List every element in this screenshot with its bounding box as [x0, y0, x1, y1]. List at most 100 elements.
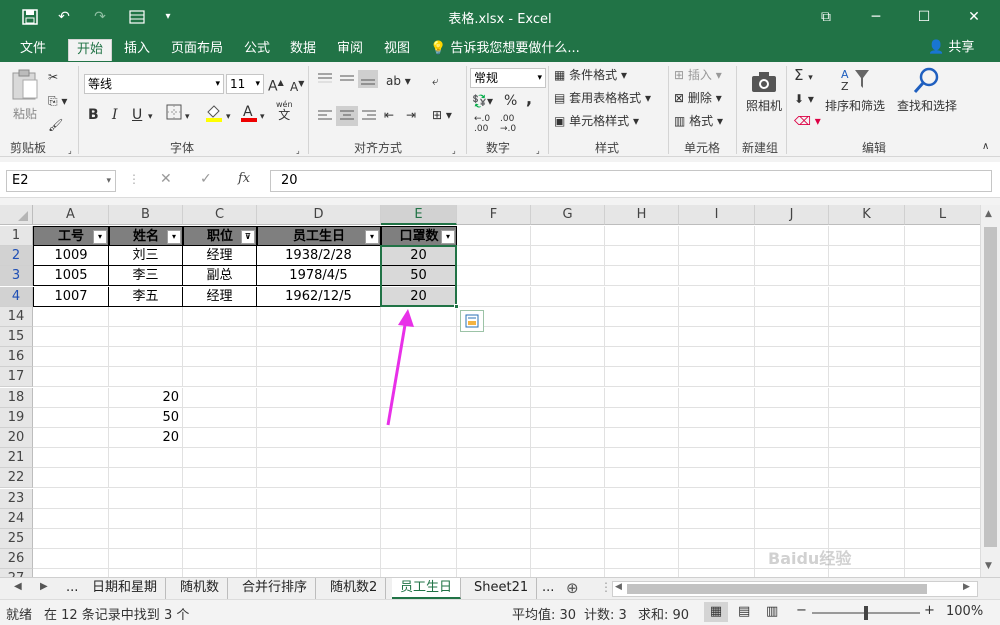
column-header[interactable]: J — [755, 205, 829, 225]
cell[interactable] — [829, 468, 905, 489]
cell[interactable] — [905, 388, 980, 408]
cell[interactable] — [531, 226, 605, 246]
cell[interactable] — [605, 246, 679, 267]
cell[interactable] — [829, 448, 905, 469]
row-header[interactable]: 15 — [0, 327, 33, 347]
fill-color-icon[interactable] — [204, 102, 224, 127]
cell-styles-button[interactable]: ▣ 单元格样式 ▾ — [554, 112, 639, 130]
cell[interactable] — [605, 266, 679, 287]
more-sheets-button[interactable]: ... — [538, 578, 558, 599]
cell[interactable] — [183, 488, 257, 509]
cell[interactable] — [381, 529, 457, 549]
table-cell[interactable]: 经理 — [183, 286, 257, 307]
cell[interactable] — [905, 367, 980, 388]
cell[interactable] — [183, 448, 257, 469]
scroll-left-icon[interactable]: ◀ — [14, 581, 22, 592]
enter-button[interactable]: ✓ — [200, 171, 212, 187]
increase-indent-icon[interactable]: ⇥ — [406, 106, 416, 124]
name-box[interactable]: E2 ▾ — [6, 170, 116, 192]
close-button[interactable]: ✕ — [952, 4, 996, 30]
table-cell[interactable]: 李三 — [109, 266, 183, 287]
cell[interactable] — [457, 387, 531, 408]
cell[interactable] — [679, 327, 755, 347]
cell[interactable] — [755, 246, 829, 267]
merge-center-icon[interactable]: ⊞ ▾ — [432, 106, 452, 124]
cell[interactable] — [905, 428, 980, 448]
cell[interactable] — [33, 549, 109, 570]
cell[interactable] — [605, 468, 679, 489]
cell[interactable] — [531, 549, 605, 570]
cell[interactable] — [109, 508, 183, 529]
cell[interactable] — [755, 226, 829, 246]
cell[interactable] — [755, 428, 829, 448]
underline-button[interactable]: U — [132, 106, 142, 124]
filter-dropdown-icon[interactable]: ▾ — [365, 230, 379, 244]
decrease-font-icon[interactable]: A▼ — [290, 75, 304, 96]
fill-handle[interactable] — [454, 303, 459, 309]
cell[interactable] — [829, 387, 905, 408]
cell[interactable] — [109, 327, 183, 347]
tab-formulas[interactable]: 公式 — [236, 39, 278, 61]
row-header[interactable]: 4 — [0, 286, 33, 307]
row-header[interactable]: 2 — [0, 246, 33, 267]
cell[interactable] — [183, 468, 257, 489]
cell[interactable] — [183, 387, 257, 408]
cell[interactable] — [605, 327, 679, 347]
chevron-down-icon[interactable]: ▾ — [260, 108, 265, 126]
cell[interactable] — [829, 286, 905, 307]
cell[interactable] — [183, 529, 257, 549]
decrease-indent-icon[interactable]: ⇤ — [384, 106, 394, 124]
cell[interactable] — [679, 246, 755, 267]
cell[interactable] — [755, 387, 829, 408]
cell[interactable] — [183, 508, 257, 529]
cell[interactable] — [33, 306, 109, 327]
cell[interactable] — [457, 367, 531, 388]
cell[interactable] — [257, 327, 381, 347]
cell[interactable] — [755, 347, 829, 368]
cell[interactable] — [381, 448, 457, 469]
cell[interactable] — [257, 387, 381, 408]
cell[interactable] — [605, 407, 679, 428]
table-cell[interactable]: 1005 — [33, 266, 109, 287]
cell[interactable] — [381, 428, 457, 448]
tab-file[interactable]: 文件 — [12, 39, 54, 61]
zoom-slider-thumb[interactable] — [864, 606, 868, 620]
cell[interactable] — [679, 266, 755, 287]
cell[interactable] — [905, 266, 980, 287]
dialog-launcher-icon[interactable]: ⌟ — [296, 142, 300, 160]
sheet-tab[interactable]: Sheet21 — [466, 578, 538, 599]
sheet-tab[interactable]: 随机数2 — [322, 578, 387, 599]
maximize-button[interactable]: ☐ — [902, 4, 946, 30]
chevron-down-icon[interactable]: ▾ — [185, 108, 190, 126]
cell[interactable] — [755, 306, 829, 327]
zoom-slider[interactable] — [812, 606, 920, 620]
insert-cells-button[interactable]: ⊞ 插入 ▾ — [674, 66, 722, 84]
cell[interactable] — [679, 508, 755, 529]
cell[interactable] — [257, 468, 381, 489]
column-header[interactable]: L — [905, 205, 980, 225]
cell[interactable] — [755, 327, 829, 347]
cell[interactable] — [755, 508, 829, 529]
cell[interactable] — [531, 448, 605, 469]
tab-data[interactable]: 数据 — [282, 39, 324, 61]
autosum-button[interactable]: Σ ▾ — [794, 66, 813, 87]
cell[interactable] — [605, 488, 679, 509]
column-header[interactable]: C — [183, 205, 257, 225]
cell[interactable] — [905, 509, 980, 529]
cell[interactable] — [531, 387, 605, 408]
cell[interactable] — [457, 468, 531, 489]
table-cell[interactable]: 1007 — [33, 286, 109, 307]
column-header[interactable]: I — [679, 205, 755, 225]
cell[interactable] — [605, 549, 679, 570]
cell[interactable] — [33, 468, 109, 489]
cell[interactable] — [33, 428, 109, 448]
scroll-thumb[interactable] — [627, 584, 927, 594]
tab-insert[interactable]: 插入 — [116, 39, 158, 61]
row-header[interactable]: 25 — [0, 529, 33, 549]
collapse-ribbon-icon[interactable]: ∧ — [982, 138, 989, 156]
cell[interactable] — [257, 549, 381, 570]
chevron-down-icon[interactable]: ▾ — [148, 108, 153, 126]
cell[interactable] — [829, 226, 905, 246]
cell[interactable] — [457, 428, 531, 448]
cell[interactable] — [531, 468, 605, 489]
